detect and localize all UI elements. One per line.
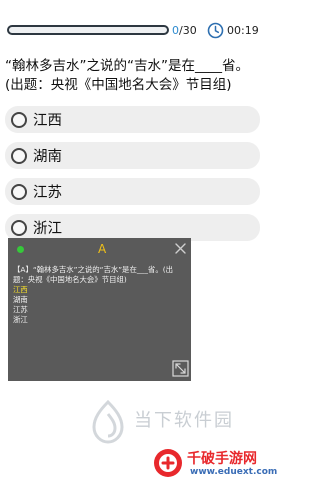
- progress-total: /30: [179, 24, 197, 37]
- option-label: 浙江: [33, 221, 62, 237]
- option-jiangxi[interactable]: 江西: [5, 106, 260, 133]
- radio-icon[interactable]: [11, 111, 27, 128]
- answer-options: 江西 湖南 江苏 浙江: [5, 106, 260, 250]
- progress-bar: [7, 25, 169, 35]
- option-label: 江苏: [33, 185, 62, 201]
- question-line-2: (出题：央视《中国地名大会》节目组): [5, 77, 232, 93]
- floating-option-highlighted: 江西: [13, 285, 28, 294]
- watermark-qianpo: 千破手游网 www.eduext.com: [150, 445, 277, 483]
- watermark-logo-icon: [92, 400, 124, 444]
- floating-window-titlebar[interactable]: A: [8, 238, 191, 261]
- radio-icon[interactable]: [11, 219, 27, 236]
- floating-answer-window[interactable]: A 【A】“翰林多吉水”之说的“吉水”是在___省。(出题：央视《中国地名大会》…: [8, 238, 191, 381]
- progress-count: 0/30: [172, 24, 197, 38]
- option-zhejiang[interactable]: 浙江: [5, 214, 260, 241]
- timer-text: 00:19: [227, 24, 259, 37]
- floating-option: 湖南: [13, 295, 28, 304]
- radio-icon[interactable]: [11, 183, 27, 200]
- watermark-title: 千破手游网: [187, 451, 257, 467]
- close-icon[interactable]: [174, 242, 187, 255]
- watermark-url: www.eduext.com: [190, 467, 278, 477]
- watermark-game-logo-icon: [154, 449, 182, 477]
- option-label: 江西: [33, 113, 62, 129]
- option-hunan[interactable]: 湖南: [5, 142, 260, 169]
- resize-icon[interactable]: [172, 360, 189, 377]
- option-jiangsu[interactable]: 江苏: [5, 178, 260, 205]
- question-line-1: “翰林多吉水”之说的“吉水”是在____省。: [5, 58, 249, 74]
- floating-option: 浙江: [13, 315, 28, 324]
- floating-window-content: 【A】“翰林多吉水”之说的“吉水”是在___省。(出题：央视《中国地名大会》节目…: [13, 265, 187, 325]
- progress-current: 0: [172, 24, 179, 37]
- watermark-danji: 当下软件园: [90, 398, 250, 448]
- floating-question: 【A】“翰林多吉水”之说的“吉水”是在___省。(出题：央视《中国地名大会》节目…: [13, 265, 173, 284]
- floating-option: 江苏: [13, 305, 28, 314]
- question-text: “翰林多吉水”之说的“吉水”是在____省。 (出题：央视《中国地名大会》节目组…: [5, 57, 267, 95]
- clock-icon: [207, 22, 224, 39]
- status-dot-icon: [17, 246, 24, 253]
- font-size-button[interactable]: A: [98, 242, 106, 256]
- watermark-text: 当下软件园: [134, 410, 234, 431]
- radio-icon[interactable]: [11, 147, 27, 164]
- top-bar: 0/30 00:19: [0, 0, 271, 46]
- option-label: 湖南: [33, 149, 62, 165]
